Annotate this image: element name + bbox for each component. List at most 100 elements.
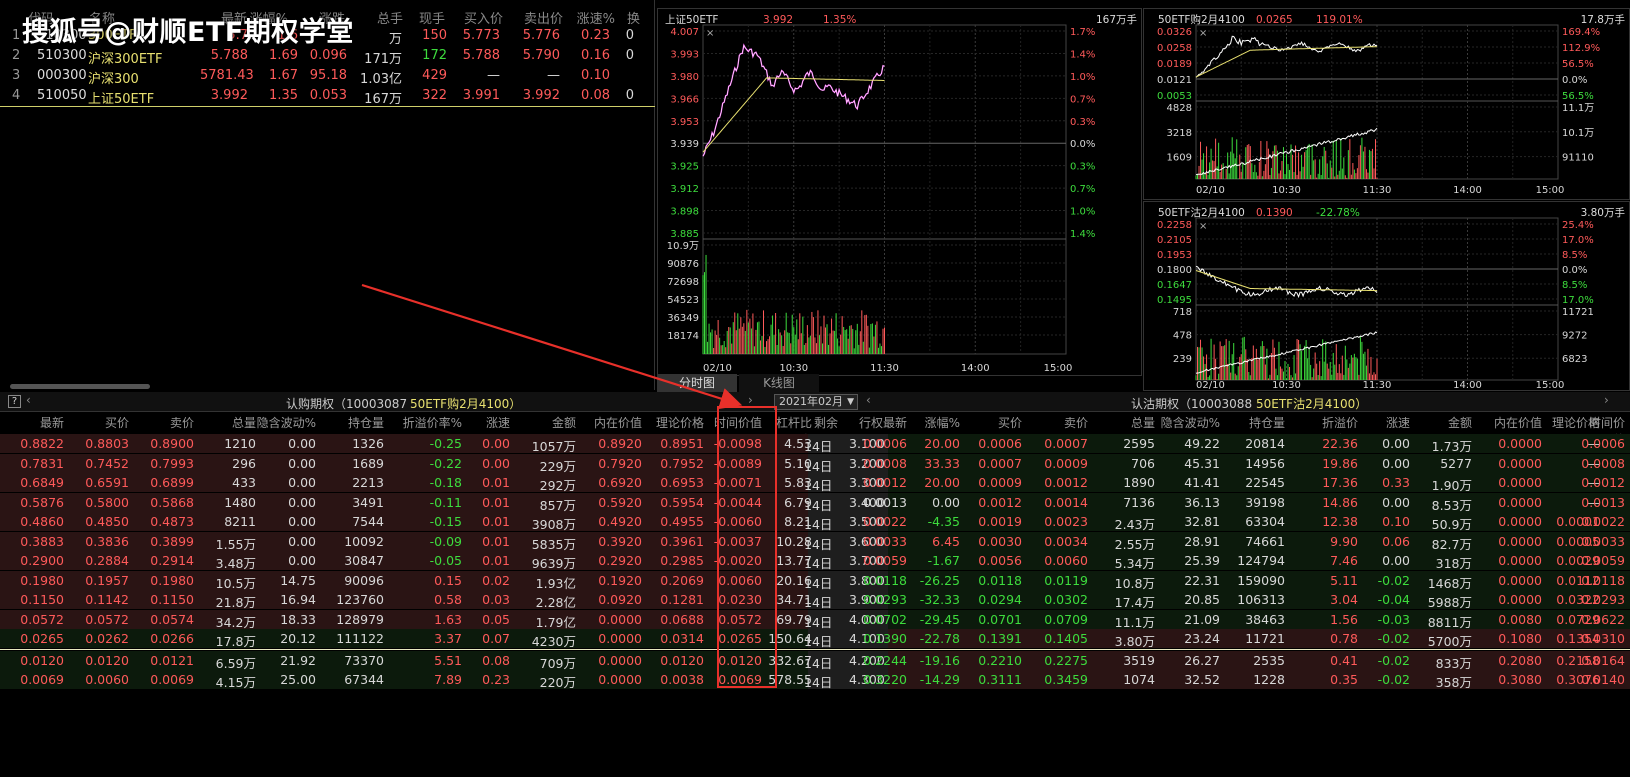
quote-col-header[interactable]: 涨速%	[570, 8, 615, 27]
quote-row[interactable]: 4 510050 上证50ETF 3.992 1.35 0.053 167万 322 3.991…	[0, 87, 655, 107]
call-cell: 0.7452	[85, 455, 129, 471]
pct-tick-label: 0.0%	[1070, 139, 1095, 150]
call-col-header[interactable]: 隐含波动%	[256, 414, 316, 431]
quote-col-header[interactable]: 现手	[405, 8, 445, 27]
option-chain-toolbar: ? ‹ 认购期权（10003087 50ETF购2月4100） › 2021年0…	[0, 392, 1630, 412]
put-cell: -0.03	[1377, 611, 1410, 627]
chevron-left-icon[interactable]: ‹	[866, 393, 871, 407]
option-row[interactable]: 0.0069 0.0060 0.0069 4.15万 25.00 67344 7.89 0.2…	[0, 670, 1630, 690]
put-col-header[interactable]: 买价	[966, 414, 1022, 431]
call-option-chart[interactable]: 50ETF购2月4100 0.0265 119.01% 17.8万手 0.0326 169…	[1143, 8, 1630, 200]
put-col-header[interactable]: 最新	[855, 414, 907, 431]
put-col-header[interactable]: 隐含波动%	[1160, 414, 1220, 431]
month-select[interactable]: 2021年02月 ▼	[774, 394, 858, 410]
option-row[interactable]: 0.8822 0.8803 0.8900 1210 0.00 1326 -0.25 0.00 1…	[0, 434, 1630, 454]
call-option-label: 认购期权（10003087	[286, 397, 408, 411]
oi-tick-label: 11721	[1562, 307, 1594, 318]
call-col-header[interactable]: 折溢价率%	[400, 414, 462, 431]
option-row[interactable]: 0.4860 0.4850 0.4873 8211 0.00 7544 -0.15 0.01 3…	[0, 512, 1630, 532]
call-col-header[interactable]: 买价	[75, 414, 129, 431]
call-cell: 0.5868	[150, 494, 194, 510]
call-col-header[interactable]: 内在价值	[584, 414, 642, 431]
put-cell: 159090	[1237, 572, 1285, 588]
horizontal-scrollbar[interactable]	[10, 384, 150, 389]
option-row[interactable]: 0.0265 0.0262 0.0266 17.8万 20.12 111122 3.37 0.…	[0, 629, 1630, 649]
option-row[interactable]: 0.2900 0.2884 0.2914 3.48万 0.00 30847 -0.05 0.0…	[0, 551, 1630, 571]
call-cell: 0.4873	[150, 514, 194, 529]
pct-tick-label: 112.9%	[1562, 43, 1600, 54]
call-col-header[interactable]: 总量	[204, 414, 256, 431]
mid-col-header[interactable]: 剩余	[804, 414, 838, 431]
put-col-header[interactable]: 持仓量	[1221, 414, 1285, 431]
days-left-cell: 14日	[804, 634, 833, 649]
put-cell: 0.0294	[978, 592, 1022, 607]
option-row[interactable]: 0.7831 0.7452 0.7993 296 0.00 1689 -0.22 0.00 22…	[0, 453, 1630, 474]
put-cell: 39198	[1245, 494, 1285, 510]
call-cell: 0.0120	[20, 652, 64, 668]
put-cell: 0.0000	[1498, 475, 1542, 490]
quote-col-header[interactable]: 换	[620, 8, 640, 27]
time-tick-label: 10:30	[1272, 380, 1301, 391]
close-icon[interactable]: ×	[706, 28, 714, 39]
call-cell: 0.8803	[85, 436, 129, 451]
put-col-header[interactable]: 总量	[1093, 414, 1155, 431]
chevron-right-icon[interactable]: ›	[748, 393, 753, 407]
call-col-header[interactable]: 涨速	[472, 414, 510, 431]
days-left-cell: 14日	[804, 536, 833, 552]
option-row[interactable]: 0.0572 0.0572 0.0574 34.2万 18.33 128979 1.63 0.…	[0, 609, 1630, 630]
main-intraday-chart[interactable]: 上证50ETF 3.992 1.35% 167万手 4.007 1.7% 3.993 1.4%…	[657, 8, 1142, 376]
call-cell: 220万	[539, 675, 576, 690]
call-col-header[interactable]: 卖价	[140, 414, 194, 431]
put-cell: 1228	[1253, 672, 1285, 687]
put-col-header[interactable]: 金额	[1412, 414, 1472, 431]
volume-tick-label: 1609	[1167, 153, 1192, 164]
call-col-header[interactable]: 金额	[516, 414, 576, 431]
put-col-header[interactable]: 内在价值	[1480, 414, 1542, 431]
at-the-money-divider	[0, 648, 1630, 650]
close-icon[interactable]: ×	[1199, 28, 1207, 39]
put-cell: 0.00	[1382, 553, 1410, 568]
put-cell: 0.0012	[863, 475, 907, 490]
tab-kline[interactable]: K线图	[739, 374, 819, 392]
tab-intraday[interactable]: 分时图	[657, 374, 737, 392]
put-option-chart[interactable]: 50ETF沽2月4100 0.1390 -22.78% 3.80万手 0.2258 25.…	[1143, 201, 1630, 391]
option-row[interactable]: 0.1980 0.1957 0.1980 10.5万 14.75 90096 0.15 0.0…	[0, 570, 1630, 591]
chevron-right-icon[interactable]: ›	[1604, 393, 1609, 407]
option-row[interactable]: 0.3883 0.3836 0.3899 1.55万 0.00 10092 -0.09 0.0…	[0, 531, 1630, 552]
quote-row[interactable]: 3 000300 沪深300 5781.43 1.67 95.18 1.03亿 429 — — 0.…	[0, 67, 655, 87]
call-col-header[interactable]: 持仓量	[326, 414, 384, 431]
quote-col-header[interactable]: 总手	[355, 8, 403, 27]
call-col-header[interactable]: 最新	[14, 414, 64, 431]
put-col-header[interactable]: 涨幅%	[904, 414, 960, 431]
call-cell: 4.15万	[215, 675, 256, 690]
call-cell: 292万	[539, 478, 576, 493]
option-row[interactable]: 0.0120 0.0120 0.0121 6.59万 21.92 73370 5.51 0.0…	[0, 650, 1630, 671]
call-cell: 0.23	[482, 672, 510, 687]
question-icon[interactable]: ?	[8, 395, 21, 408]
put-cell: 0.0118	[978, 572, 1022, 588]
put-cell: -26.25	[919, 572, 960, 588]
put-cell: 0.0059	[1581, 553, 1625, 568]
close-icon[interactable]: ×	[1199, 221, 1207, 232]
quote-row[interactable]: 2 510300 沪深300ETF 5.788 1.69 0.096 171万 172 5.78…	[0, 47, 655, 67]
call-cell: 0.02	[482, 572, 510, 588]
option-row[interactable]: 0.1150 0.1142 0.1150 21.8万 16.94 123760 0.58 0.…	[0, 590, 1630, 610]
quote-cell-vol: 167万	[364, 92, 402, 107]
put-cell: 1890	[1123, 475, 1155, 490]
quote-col-header[interactable]: 买入价	[455, 8, 503, 27]
put-cell: 0.0119	[1044, 572, 1088, 588]
option-row[interactable]: 0.6849 0.6591 0.6899 433 0.00 2213 -0.18 0.01 29…	[0, 473, 1630, 493]
days-left-cell: 14日	[804, 556, 833, 571]
put-cell: 1.90万	[1431, 478, 1472, 493]
call-cell: 433	[232, 475, 256, 490]
put-col-header[interactable]: 卖价	[1034, 414, 1088, 431]
call-cell: 2213	[352, 475, 384, 490]
quote-cell-name: 沪深300	[88, 72, 139, 87]
chevron-left-icon[interactable]: ‹	[26, 393, 31, 407]
chart-title: 50ETF购2月4100	[1158, 13, 1245, 26]
call-col-header[interactable]: 理论价格	[644, 414, 704, 431]
call-cell: 0.0060	[85, 672, 129, 687]
option-row[interactable]: 0.5876 0.5800 0.5868 1480 0.00 3491 -0.11 0.01 8…	[0, 492, 1630, 513]
quote-col-header[interactable]: 卖出价	[515, 8, 563, 27]
put-col-header[interactable]: 涨速	[1348, 414, 1410, 431]
